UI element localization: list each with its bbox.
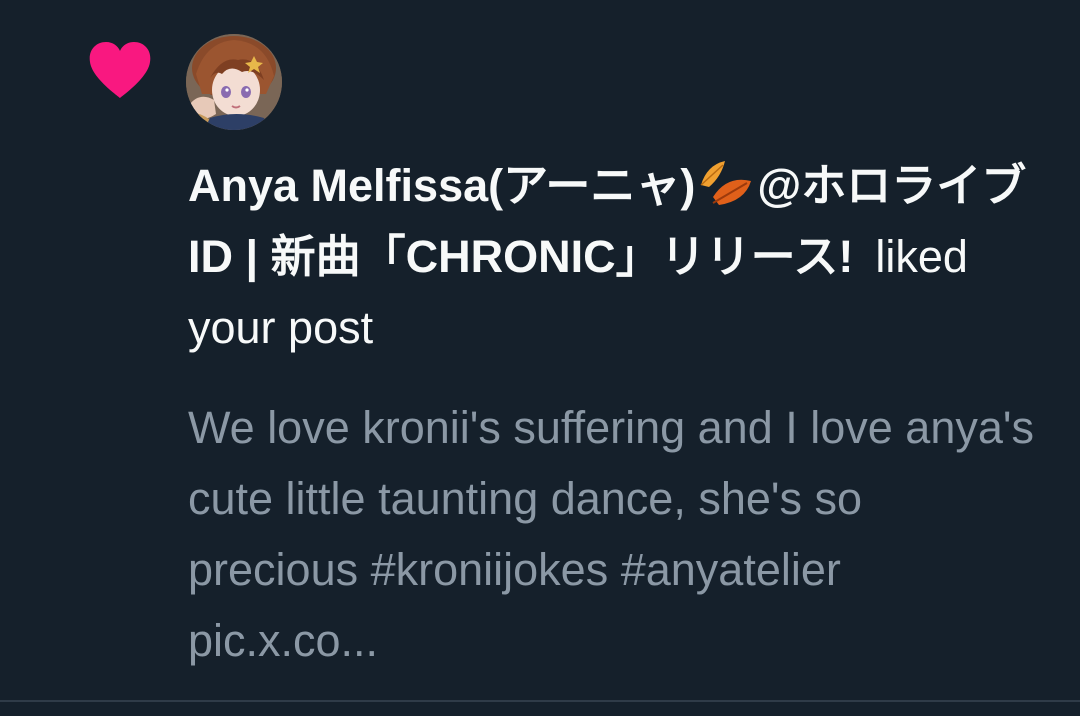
avatar-image xyxy=(186,34,282,130)
actor-name-part1: Anya Melfissa(アーニャ) xyxy=(188,160,696,211)
post-preview[interactable]: We love kronii's suffering and I love an… xyxy=(188,392,1038,676)
fallen-leaf-icon xyxy=(700,161,752,205)
notification-content: Anya Melfissa(アーニャ) @ホロライブID | 新曲「CHRONI… xyxy=(188,150,1038,666)
divider xyxy=(0,700,1080,702)
actor-line: Anya Melfissa(アーニャ) @ホロライブID | 新曲「CHRONI… xyxy=(188,150,1038,363)
like-notification[interactable]: Anya Melfissa(アーニャ) @ホロライブID | 新曲「CHRONI… xyxy=(0,0,1080,700)
avatar[interactable] xyxy=(186,34,282,130)
heart-icon xyxy=(89,42,151,98)
